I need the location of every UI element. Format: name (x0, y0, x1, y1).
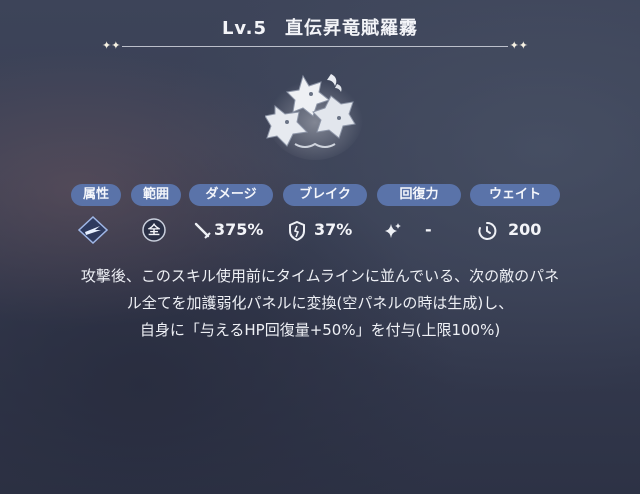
sparkle-icon (385, 223, 401, 238)
label-wait: ウェイト (470, 184, 560, 206)
description-line-2: ル全てを加護弱化パネルに変換(空パネルの時は生成)し、 (126, 294, 514, 312)
sparkle-right-icon: ✦✦ (509, 39, 528, 52)
label-damage: ダメージ (189, 184, 273, 206)
title-divider: ✦✦ ✦✦ (100, 39, 530, 52)
wind-arrow-icon (78, 216, 108, 244)
dragon-heads-icon (265, 74, 363, 160)
skill-description: 攻撃後、このスキル使用前にタイムラインに並んでいる、次の敵のパネ ル全てを加護弱… (36, 263, 604, 344)
clock-icon (478, 221, 497, 240)
label-recovery: 回復力 (377, 184, 461, 206)
recovery-value: - (425, 220, 432, 239)
break-value: 37% (314, 220, 353, 239)
description-line-3: 自身に「与えるHP回復量+50%」を付与(上限100%) (139, 321, 501, 339)
damage-value: 375% (214, 220, 264, 239)
skill-title: Lv.5 直伝昇竜賦羅霧 (0, 14, 640, 40)
sparkle-left-icon: ✦✦ (102, 39, 121, 52)
range-value: 全 (147, 223, 160, 237)
label-element: 属性 (71, 184, 121, 206)
skill-level: Lv.5 (221, 18, 268, 39)
description-line-1: 攻撃後、このスキル使用前にタイムラインに並んでいる、次の敵のパネ (80, 267, 560, 285)
wait-value: 200 (508, 220, 542, 239)
sword-icon (194, 222, 211, 239)
label-range: 範囲 (131, 184, 181, 206)
skill-name: 直伝昇竜賦羅霧 (285, 18, 419, 39)
label-break: ブレイク (283, 184, 367, 206)
shield-break-icon (289, 221, 305, 241)
stat-label-row: 属性 範囲 ダメージ ブレイク 回復力 ウェイト (0, 184, 640, 208)
stat-value-row: 全 375% 37% - 200 (0, 216, 640, 244)
